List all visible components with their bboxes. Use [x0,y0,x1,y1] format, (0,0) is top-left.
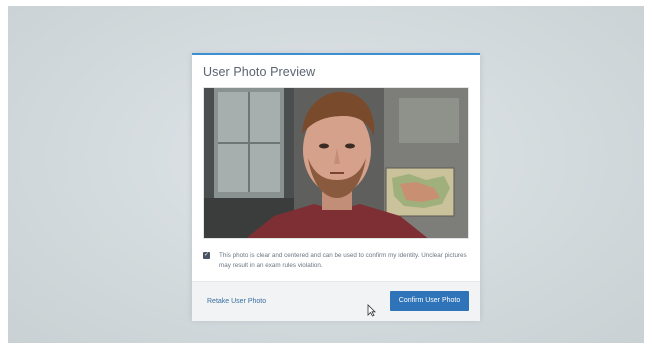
retake-photo-link[interactable]: Retake User Photo [207,298,266,305]
dialog-title: User Photo Preview [203,65,316,79]
consent-text: This photo is clear and centered and can… [219,252,467,269]
consent-checkbox[interactable]: ✓ [203,252,210,259]
mouse-pointer-icon [367,304,376,317]
user-photo-preview-dialog: User Photo Preview ✓ This photo is clear… [192,53,480,321]
identity-consent: ✓ This photo is clear and centered and c… [203,251,469,271]
dialog-footer: Retake User Photo Confirm User Photo [192,281,480,321]
user-photo-preview [203,87,469,239]
confirm-photo-button[interactable]: Confirm User Photo [390,291,469,311]
